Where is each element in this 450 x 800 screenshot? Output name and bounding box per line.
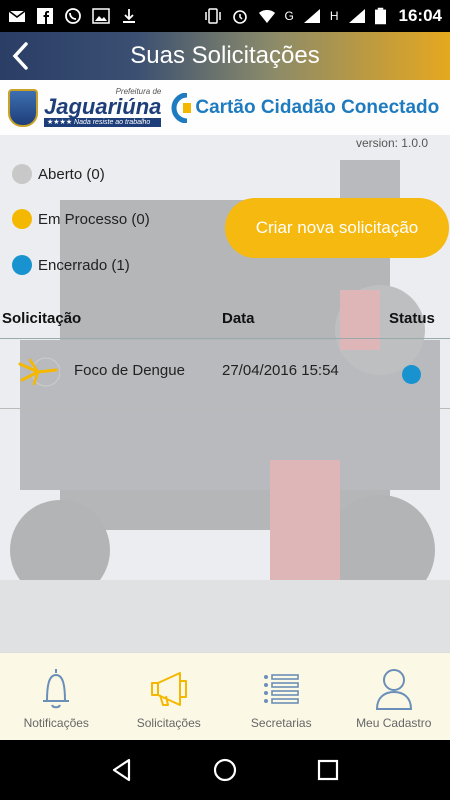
legend-label: Aberto (0) bbox=[38, 165, 105, 183]
row-request-name: Foco de Dengue bbox=[74, 362, 185, 379]
list-icon bbox=[264, 674, 300, 704]
nav-meu-cadastro[interactable]: Meu Cadastro bbox=[338, 653, 450, 740]
column-header-solicitacao: Solicitação bbox=[2, 310, 82, 327]
download-icon bbox=[123, 9, 135, 23]
legend-label: Em Processo (0) bbox=[38, 210, 150, 228]
nav-label: Notificações bbox=[23, 716, 89, 730]
network-h-label: H bbox=[329, 9, 339, 23]
status-dot-closed bbox=[12, 255, 32, 275]
system-nav-bar bbox=[0, 740, 450, 800]
mail-icon bbox=[8, 10, 26, 22]
network-g-label: G bbox=[284, 9, 294, 23]
nav-notificacoes[interactable]: Notificações bbox=[0, 653, 113, 740]
user-icon bbox=[375, 669, 412, 710]
prefeitura-logo: Prefeitura de Jaguariúna ★★★★ Nada resis… bbox=[44, 88, 162, 127]
row-request-date: 27/04/2016 15:54 bbox=[222, 362, 339, 379]
alarm-icon bbox=[232, 10, 247, 24]
signal-icon bbox=[348, 9, 365, 23]
legend-em-processo: Em Processo (0) bbox=[12, 209, 150, 229]
bell-icon bbox=[43, 669, 70, 709]
nav-label: Meu Cadastro bbox=[356, 716, 432, 730]
facebook-icon bbox=[37, 8, 53, 24]
nav-solicitacoes[interactable]: Solicitações bbox=[113, 653, 226, 740]
row-status-dot bbox=[402, 365, 421, 384]
cartao-cidadao-logo: Cartão Cidadão Conectado bbox=[171, 92, 440, 123]
nav-label: Secretarias bbox=[250, 716, 312, 730]
prefeitura-name: Jaguariúna bbox=[44, 94, 162, 119]
recents-icon[interactable] bbox=[315, 757, 341, 783]
table-divider bbox=[0, 408, 450, 409]
status-bar: G H 16:04 bbox=[0, 0, 450, 32]
nav-label: Solicitações bbox=[136, 716, 201, 730]
status-dot-open bbox=[12, 164, 32, 184]
page-title: Suas Solicitações bbox=[130, 42, 320, 69]
cartao-cidadao-text: Cartão Cidadão Conectado bbox=[195, 96, 440, 118]
column-header-data: Data bbox=[222, 310, 255, 327]
table-row[interactable]: Foco de Dengue 27/04/2016 15:54 bbox=[0, 338, 450, 408]
version-label: version: 1.0.0 bbox=[355, 136, 428, 150]
battery-icon bbox=[374, 7, 386, 25]
logo-bar: Prefeitura de Jaguariúna ★★★★ Nada resis… bbox=[0, 80, 450, 135]
home-icon[interactable] bbox=[212, 757, 238, 783]
cartao-mark-icon bbox=[171, 92, 192, 123]
legend-aberto: Aberto (0) bbox=[12, 164, 105, 184]
image-icon bbox=[92, 8, 110, 24]
megaphone-icon bbox=[150, 672, 187, 706]
mosquito-icon bbox=[18, 357, 60, 387]
vibrate-icon bbox=[204, 8, 221, 24]
back-icon[interactable] bbox=[109, 757, 135, 783]
column-header-status: Status bbox=[389, 310, 435, 327]
prefeitura-tagline: ★★★★ Nada resiste ao trabalho bbox=[44, 118, 162, 127]
nav-secretarias[interactable]: Secretarias bbox=[225, 653, 338, 740]
legend-encerrado: Encerrado (1) bbox=[12, 255, 130, 275]
wifi-icon bbox=[258, 10, 275, 23]
legend-label: Encerrado (1) bbox=[38, 256, 130, 274]
app-header: Suas Solicitações bbox=[0, 32, 450, 80]
new-request-button[interactable]: Criar nova solicitação bbox=[225, 198, 449, 258]
city-crest-logo bbox=[8, 88, 38, 127]
main-content: Prefeitura de Jaguariúna ★★★★ Nada resis… bbox=[0, 80, 450, 652]
bottom-nav: Notificações Solicitações Secretarias Me… bbox=[0, 652, 450, 740]
status-dot-processing bbox=[12, 209, 32, 229]
clock: 16:04 bbox=[398, 6, 442, 25]
whatsapp-icon bbox=[65, 8, 81, 24]
signal-icon bbox=[303, 9, 320, 23]
